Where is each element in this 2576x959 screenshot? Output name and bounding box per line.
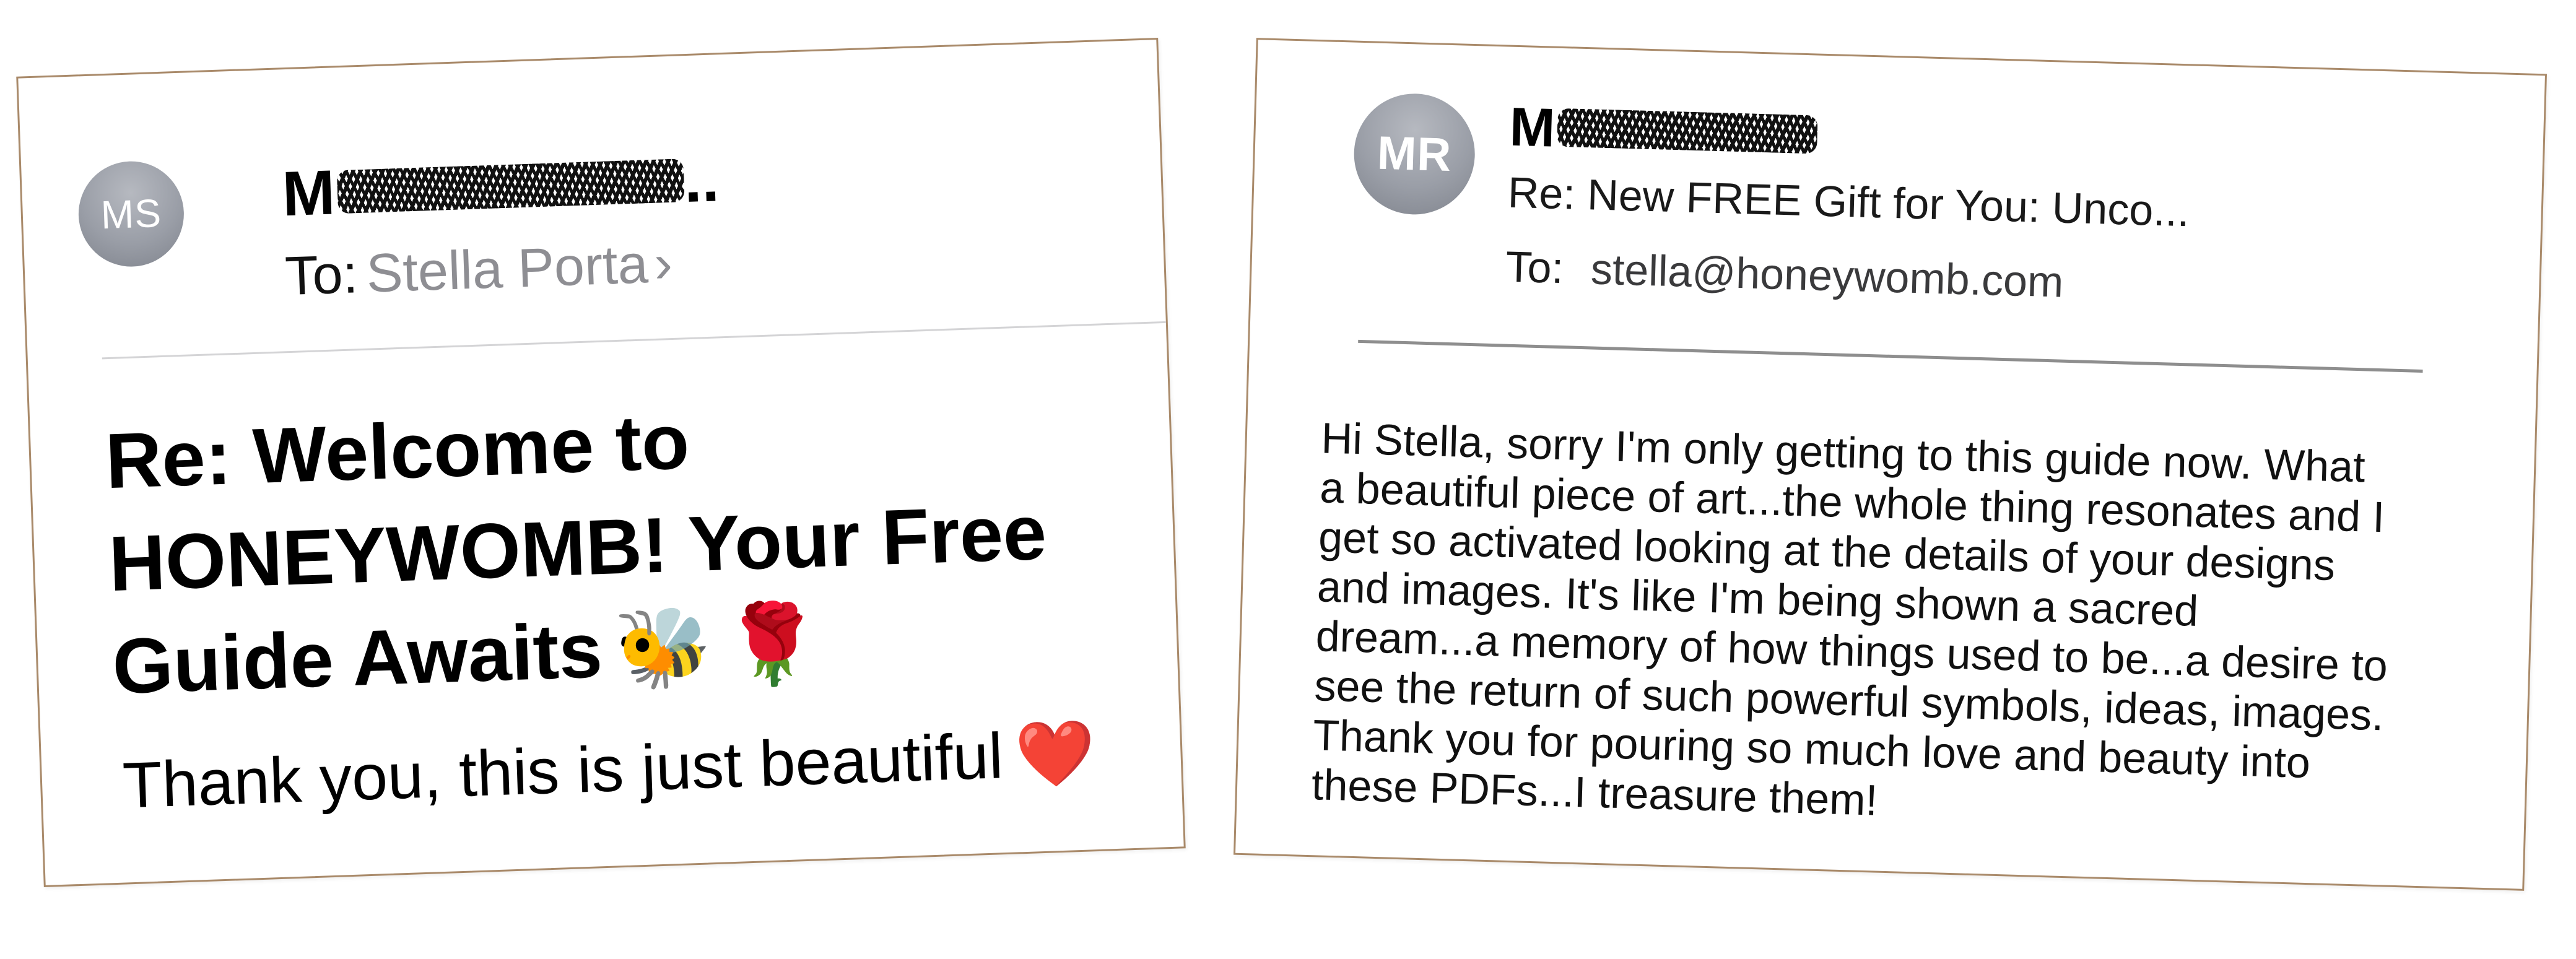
email-subject: Re: Welcome to HONEYWOMB! Your Free Guid… — [104, 375, 1154, 718]
bee-icon: 🐝 — [612, 601, 713, 695]
recipient-row[interactable]: To: stella@honeywomb.com — [1505, 242, 2065, 306]
sender-avatar[interactable]: MR — [1352, 92, 1477, 217]
avatar-initials: MR — [1376, 126, 1453, 182]
heart-icon: ❤️ — [1014, 714, 1097, 793]
email-card-right: MR M Re: New FREE Gift for You: Unco... … — [1233, 38, 2548, 891]
subject-line-3-text: Guide Awaits — [111, 606, 604, 710]
email-card-left: MS M.. To: Stella Porta› Re: Welcome to H… — [16, 37, 1186, 888]
avatar-initials: MS — [100, 190, 163, 238]
email-subject: Re: New FREE Gift for You: Unco... — [1507, 168, 2190, 236]
sender-name-visible: M — [281, 157, 336, 230]
email-body: Thank you, this is just beautiful ❤️ — [121, 711, 1176, 825]
sender-name: M.. — [281, 144, 721, 229]
to-label: To: — [1505, 242, 1565, 293]
recipient-name[interactable]: Stella Porta — [365, 233, 649, 303]
email-body: Hi Stella, sorry I'm only getting to thi… — [1311, 413, 2461, 841]
chevron-right-icon[interactable]: › — [653, 232, 674, 294]
header-divider — [102, 321, 1166, 360]
rose-icon: 🌹 — [722, 597, 823, 692]
recipient-row[interactable]: To: Stella Porta› — [284, 232, 674, 307]
redaction-scribble — [1557, 108, 1819, 154]
email-body-text: Thank you, this is just beautiful — [121, 720, 1004, 822]
sender-name-ellipsis: .. — [682, 144, 721, 216]
sender-name: M — [1509, 96, 1819, 163]
recipient-email[interactable]: stella@honeywomb.com — [1590, 245, 2064, 306]
sender-avatar[interactable]: MS — [77, 159, 186, 269]
to-label: To: — [284, 243, 359, 307]
header-divider — [1358, 339, 2423, 373]
redaction-scribble — [336, 158, 685, 214]
sender-name-visible: M — [1508, 95, 1556, 158]
